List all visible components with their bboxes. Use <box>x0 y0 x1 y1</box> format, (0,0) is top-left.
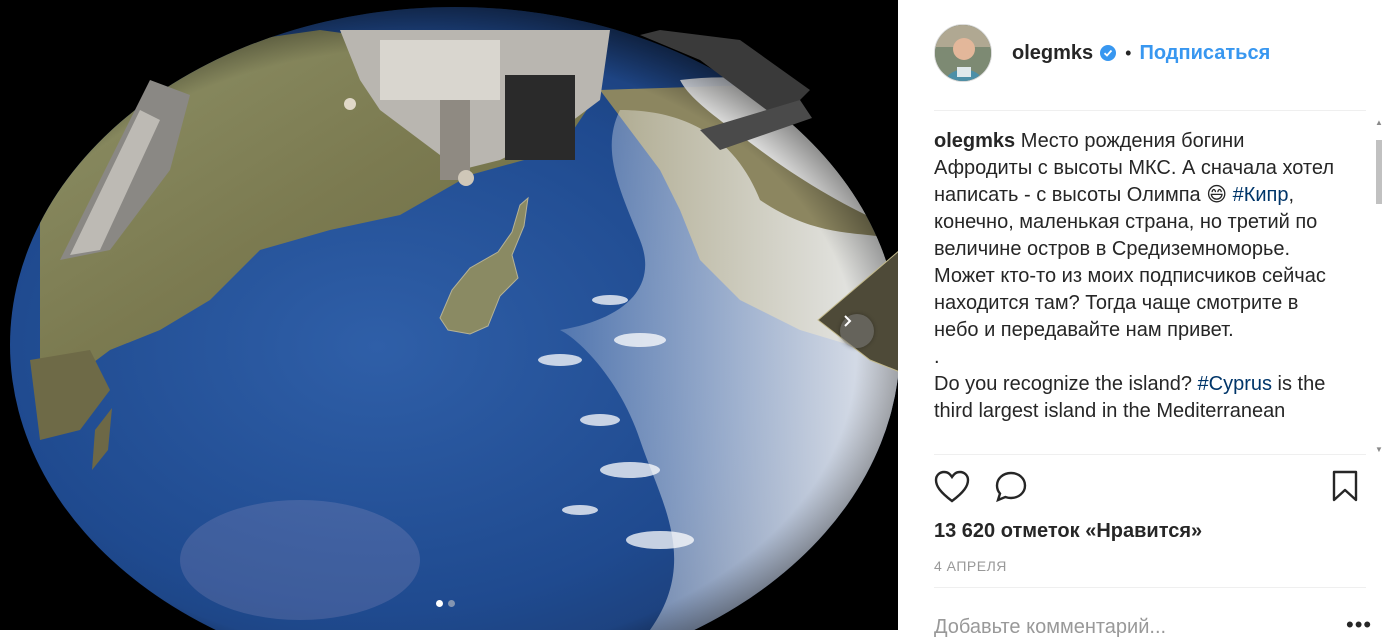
carousel-next-button[interactable] <box>840 314 874 348</box>
divider <box>934 587 1366 588</box>
chevron-right-icon <box>844 315 852 327</box>
carousel-dot-active <box>436 600 443 607</box>
heart-icon <box>934 470 970 503</box>
like-button[interactable] <box>934 470 970 509</box>
post-header: olegmks • Подписаться <box>934 22 1270 84</box>
caption-area: olegmks Место рождения богини Афродиты с… <box>934 128 1344 454</box>
user-avatar-image <box>935 25 991 81</box>
caption-scrollbar[interactable]: ▲ ▼ <box>1374 118 1384 454</box>
post-date[interactable]: 4 АПРЕЛЯ <box>934 558 1007 574</box>
more-options-button[interactable]: ••• <box>1346 612 1372 638</box>
post-details-panel: olegmks • Подписаться olegmks Место рожд… <box>898 0 1385 638</box>
avatar[interactable] <box>934 24 992 82</box>
divider <box>934 110 1366 111</box>
verified-badge-icon <box>1099 44 1117 62</box>
header-separator: • <box>1125 42 1132 63</box>
post-photo[interactable] <box>0 0 898 630</box>
hashtag-link-cyprus[interactable]: #Cyprus <box>1198 373 1272 395</box>
earth-from-iss-image <box>0 0 898 630</box>
scroll-up-arrow-icon[interactable]: ▲ <box>1375 118 1383 127</box>
carousel-indicator <box>436 600 455 607</box>
save-button[interactable] <box>1332 470 1358 507</box>
caption-text-en-1: Do you recognize the island? <box>934 373 1198 395</box>
bookmark-icon <box>1332 470 1358 502</box>
likes-count[interactable]: 13 620 отметок «Нравится» <box>934 520 1202 543</box>
divider <box>934 454 1366 455</box>
scroll-down-arrow-icon[interactable]: ▼ <box>1375 445 1383 454</box>
post-actions <box>934 470 1358 509</box>
carousel-dot <box>448 600 455 607</box>
caption-text-ru-2: , конечно, маленькая страна, но третий п… <box>934 184 1326 341</box>
follow-button[interactable]: Подписаться <box>1139 42 1270 65</box>
comment-bubble-icon <box>995 471 1027 503</box>
scroll-thumb[interactable] <box>1376 140 1382 204</box>
caption-dot: . <box>934 346 940 368</box>
hashtag-link-kipr[interactable]: #Кипр <box>1233 184 1289 206</box>
caption-username[interactable]: olegmks <box>934 130 1015 152</box>
comment-input[interactable]: Добавьте комментарий... <box>934 616 1166 639</box>
post-username[interactable]: olegmks <box>1012 42 1093 65</box>
comment-button[interactable] <box>994 470 1028 509</box>
